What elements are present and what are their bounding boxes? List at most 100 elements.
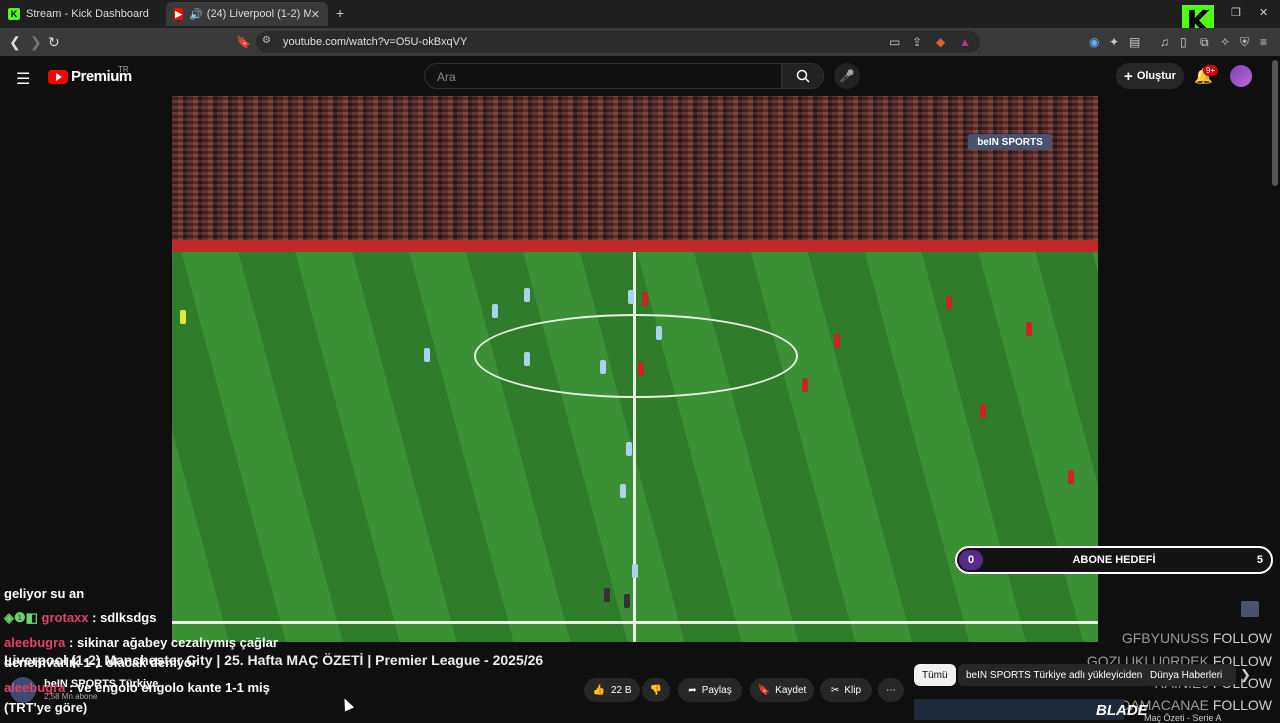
halfway-line: [633, 252, 636, 642]
stadium-crowd: [172, 96, 1098, 244]
referee: [624, 594, 630, 608]
audio-extension-icon[interactable]: ◉: [1089, 35, 1099, 49]
page-scrollbar[interactable]: [1272, 60, 1278, 186]
goal-target: 5: [1256, 554, 1263, 566]
kick-icon: K: [8, 8, 20, 20]
browser-menu-icon[interactable]: ≡: [1260, 35, 1267, 49]
hamburger-menu-icon[interactable]: ☰: [16, 69, 30, 89]
player: [424, 348, 430, 362]
voice-search-button[interactable]: 🎤: [834, 63, 860, 89]
player: [628, 290, 634, 304]
chat-message: ◈❶◧ grotaxx : sdlksdgs: [4, 610, 157, 625]
chat-message: aleebugra : sikinar ağabey cezalıymış ça…: [4, 635, 278, 650]
player: [492, 304, 498, 318]
player: [980, 404, 986, 418]
player: [1068, 470, 1074, 484]
tab-label: (24) Liverpool (1-2) Manchest: [206, 8, 311, 20]
user-avatar[interactable]: [1230, 65, 1252, 87]
brave-rewards-icon[interactable]: ▲: [959, 35, 971, 49]
player: [626, 442, 632, 456]
microphone-icon: 🎤: [839, 69, 855, 83]
player: [834, 334, 840, 348]
screenshot-icon[interactable]: ⧉: [1200, 35, 1209, 50]
player: [632, 564, 638, 578]
reload-icon[interactable]: ↻: [48, 34, 60, 51]
chat-message: aleebugra : ve engolo engolo kante 1-1 m…: [4, 680, 270, 695]
recommended-video-subtitle[interactable]: Maç Özeti - Serie A: [1144, 713, 1222, 723]
close-tab-icon[interactable]: ✕: [311, 8, 320, 21]
chat-message: geliyor su an: [4, 586, 85, 601]
player: [638, 362, 644, 376]
bookmark-icon[interactable]: 🔖: [236, 35, 251, 49]
player: [600, 360, 606, 374]
touchline: [172, 621, 1098, 624]
url-text[interactable]: youtube.com/watch?v=O5U-okBxqVY: [283, 36, 467, 48]
youtube-icon: ▶: [174, 8, 184, 20]
chevron-right-icon[interactable]: ❯: [1240, 667, 1251, 683]
player: [1026, 322, 1032, 336]
search-button[interactable]: [782, 63, 824, 89]
scissors-icon: ✂: [830, 684, 840, 696]
advertising-board: [172, 240, 1098, 252]
reading-list-icon[interactable]: ▯: [1180, 35, 1187, 49]
search-placeholder: Ara: [437, 70, 456, 84]
forward-icon[interactable]: ❯: [30, 34, 42, 51]
center-circle: [474, 314, 798, 398]
close-window-icon[interactable]: ✕: [1259, 6, 1268, 19]
goal-label: ABONE HEDEFİ: [1072, 554, 1156, 566]
chip-uploader[interactable]: beIN SPORTS Türkiye adlı yükleyiciden: [958, 664, 1151, 686]
tab-label: Stream - Kick Dashboard: [26, 8, 149, 20]
recommended-video-thumbnail[interactable]: BLADE: [914, 699, 1148, 720]
thumbs-up-icon: 👍: [592, 684, 605, 696]
player: [524, 288, 530, 302]
more-actions-button[interactable]: ⋯: [878, 678, 904, 702]
audio-icon: 🔊: [189, 8, 203, 21]
clip-button[interactable]: ✂ Klip: [820, 678, 872, 702]
share-page-icon[interactable]: ⇪: [912, 35, 922, 49]
save-button[interactable]: 🔖 Kaydet: [750, 678, 814, 702]
media-icon[interactable]: ♫: [1160, 35, 1169, 49]
thumbs-down-icon: 👎: [649, 684, 663, 696]
player: [620, 484, 626, 498]
chat-message: (TRT'ye göre): [4, 700, 88, 715]
create-label: Oluştur: [1136, 70, 1176, 82]
sidebar-icon[interactable]: ▤: [1129, 35, 1140, 49]
leo-ai-icon[interactable]: ✧: [1220, 35, 1230, 49]
site-info-icon[interactable]: ⚙: [262, 35, 271, 46]
chip-world-news[interactable]: Dünya Haberleri: [1142, 664, 1236, 686]
player: [946, 296, 952, 310]
brave-shield-icon[interactable]: ◆: [936, 35, 945, 49]
player: [802, 378, 808, 392]
player: [642, 292, 648, 306]
address-bar: ❮ ❯ ↻ 🔖 ⚙ youtube.com/watch?v=O5U-okBxqV…: [0, 28, 1280, 56]
tab-youtube-video[interactable]: ▶ 🔊 (24) Liverpool (1-2) Manchest ✕: [166, 2, 328, 26]
search-input[interactable]: Ara: [424, 63, 782, 89]
follow-alert: GFBYUNUSS FOLLOW: [1121, 630, 1272, 646]
tab-kick-dashboard[interactable]: K Stream - Kick Dashboard: [8, 2, 158, 26]
browser-tab-bar: K Stream - Kick Dashboard ▶ 🔊 (24) Liver…: [0, 0, 1280, 28]
search-icon: [796, 69, 810, 83]
create-button[interactable]: + Oluştur: [1116, 63, 1184, 89]
subscriber-goal-widget: 0 ABONE HEDEFİ 5: [955, 546, 1273, 574]
channel-watermark: beIN SPORTS: [968, 134, 1052, 150]
youtube-logo[interactable]: Premium TR: [48, 65, 132, 85]
chip-all[interactable]: Tümü: [914, 664, 956, 686]
plus-icon: +: [1124, 67, 1133, 85]
back-icon[interactable]: ❮: [9, 34, 21, 51]
notification-count: 9+: [1203, 65, 1219, 76]
chat-badges: ◈❶◧: [4, 610, 42, 625]
dislike-button[interactable]: 👎: [642, 678, 670, 702]
like-button[interactable]: 👍 22 B: [584, 678, 640, 702]
new-tab-button[interactable]: +: [336, 5, 344, 21]
thumbnail-text: BLADE: [1096, 702, 1148, 719]
share-button[interactable]: ➦ Paylaş: [678, 678, 742, 702]
extensions-icon[interactable]: ✦: [1109, 35, 1119, 49]
player: [656, 326, 662, 340]
vpn-icon[interactable]: ⛨: [1240, 35, 1249, 50]
more-icon: ⋯: [886, 684, 896, 696]
bookmark-save-icon: 🔖: [757, 684, 771, 696]
maximize-icon[interactable]: ❐: [1231, 6, 1241, 19]
cast-icon[interactable]: ▭: [889, 35, 900, 49]
player: [524, 352, 530, 366]
share-icon: ➦: [688, 684, 697, 696]
